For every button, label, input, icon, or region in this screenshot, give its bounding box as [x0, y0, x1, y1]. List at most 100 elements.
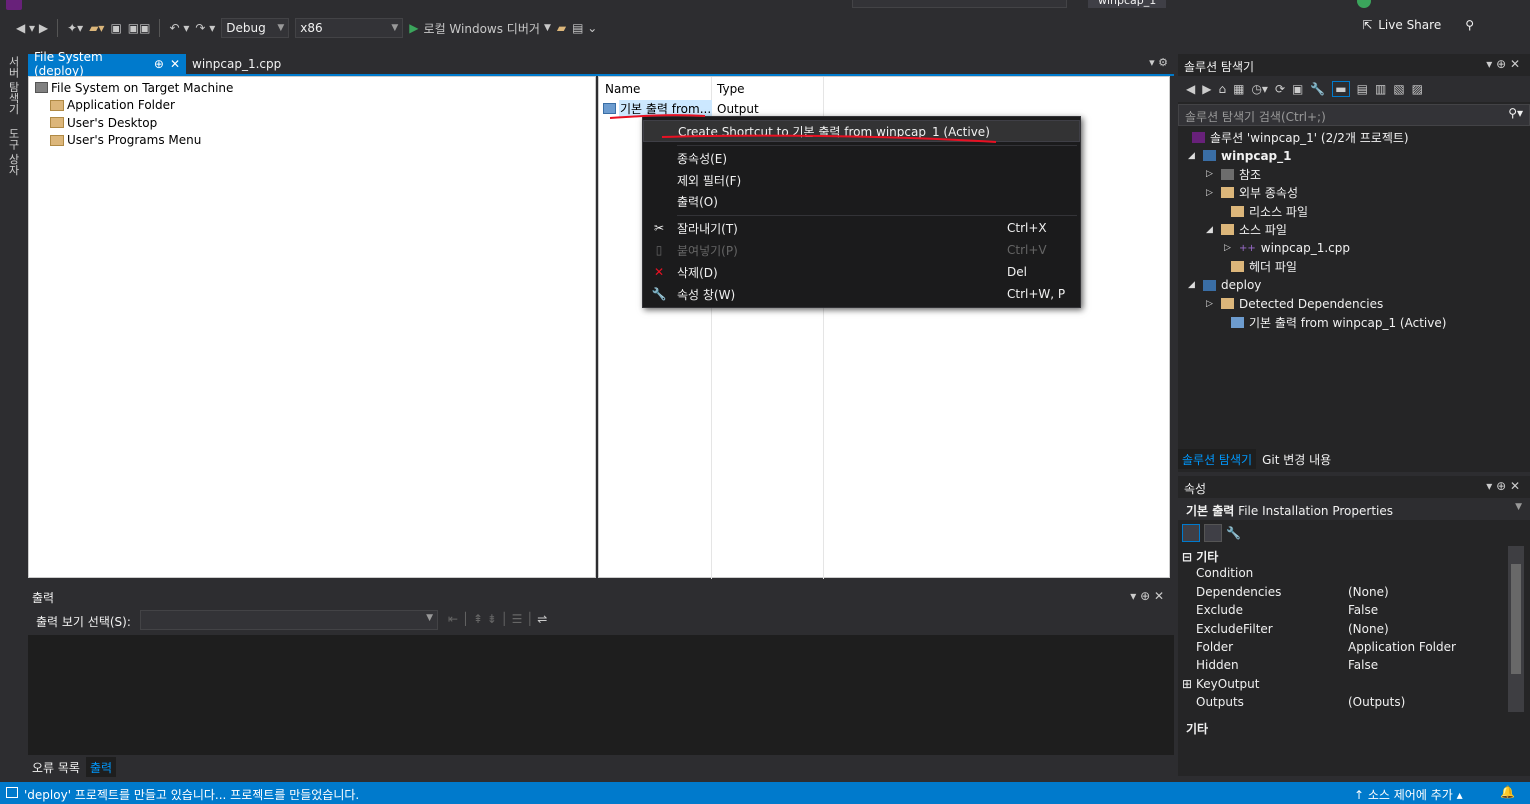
class-view-icon[interactable]: ▥ — [1375, 82, 1386, 96]
tab-dropdown-icon[interactable]: ▾ ⚙ — [1149, 56, 1168, 69]
tree-root[interactable]: File System on Target Machine — [35, 79, 595, 97]
toolbar-options-icon[interactable]: ▤ ⌄ — [572, 18, 597, 38]
tree-node-solution[interactable]: 솔루션 'winpcap_1' (2/2개 프로젝트) — [1192, 128, 1409, 147]
menu-item-cut[interactable]: ✂ 잘라내기(T) Ctrl+X — [643, 217, 1080, 239]
preview-icon[interactable]: ▬ — [1332, 81, 1350, 97]
home-icon[interactable]: ⌂ — [1218, 82, 1226, 96]
property-row[interactable]: Dependencies (None) — [1178, 585, 1508, 603]
tree-node-winpcap-project[interactable]: ◢ winpcap_1 — [1188, 147, 1291, 166]
tree-item-application-folder[interactable]: Application Folder — [35, 97, 595, 115]
tree-node-source-files[interactable]: ◢ 소스 파일 — [1206, 221, 1287, 240]
tree-node-detected-dependencies[interactable]: ▷ Detected Dependencies — [1206, 295, 1383, 314]
property-value[interactable]: False — [1348, 658, 1378, 672]
expander-icon[interactable]: ◢ — [1188, 280, 1198, 290]
view-code-icon[interactable]: ▨ — [1412, 82, 1423, 96]
pending-changes-icon[interactable]: ◷▾ — [1251, 82, 1268, 96]
solution-search-input[interactable]: 솔루션 탐색기 검색(Ctrl+;) ⚲▾ — [1178, 104, 1530, 126]
expander-icon[interactable]: ▷ — [1206, 299, 1216, 309]
object-selector[interactable]: 기본 출력 File Installation Properties ▼ — [1178, 498, 1530, 520]
property-value[interactable]: Application Folder — [1348, 640, 1456, 654]
menu-item-outputs[interactable]: 출력(O) — [643, 190, 1080, 212]
column-header-type[interactable]: Type — [717, 82, 745, 96]
tab-git-changes[interactable]: Git 변경 내용 — [1258, 449, 1335, 469]
tab-error-list[interactable]: 오류 목록 — [28, 757, 84, 777]
avatar[interactable] — [1357, 0, 1371, 8]
pin-icon[interactable]: ⊕ — [154, 57, 164, 71]
properties-icon[interactable]: 🔧 — [1310, 82, 1325, 96]
show-all-files-icon[interactable]: ▤ — [1357, 82, 1368, 96]
categorized-icon[interactable] — [1182, 524, 1200, 542]
new-project-icon[interactable]: ✦▾ — [67, 18, 83, 38]
switch-views-icon[interactable]: ▦ — [1233, 82, 1244, 96]
property-pages-icon[interactable]: 🔧 — [1226, 526, 1241, 540]
server-explorer-tab[interactable]: 서버 탐색기 — [5, 56, 21, 115]
pane-options-icon[interactable]: ▾ ⊕ ✕ — [1486, 479, 1520, 493]
output-text-area[interactable] — [28, 635, 1174, 755]
back-icon[interactable]: ◀ — [1186, 82, 1195, 96]
alphabetical-icon[interactable] — [1204, 524, 1222, 542]
property-value[interactable]: False — [1348, 603, 1378, 617]
tab-output[interactable]: 출력 — [85, 757, 117, 777]
live-share-button[interactable]: ⇱ Live Share ⚲ — [1362, 18, 1474, 32]
menu-item-exclude-filter[interactable]: 제외 필터(F) — [643, 169, 1080, 191]
property-value[interactable]: (None) — [1348, 585, 1389, 599]
tab-file-system-deploy[interactable]: File System (deploy) ⊕ ✕ — [28, 50, 186, 78]
pane-options-icon[interactable]: ▾ ⊕ ✕ — [1130, 589, 1164, 603]
file-nesting-icon[interactable]: ▧ — [1393, 82, 1404, 96]
tree-node-references[interactable]: ▷ 참조 — [1206, 165, 1261, 184]
scroll-thumb[interactable] — [1511, 564, 1521, 674]
platform-dropdown[interactable]: x86 ▼ — [295, 18, 404, 38]
property-row[interactable]: Hidden False — [1178, 658, 1508, 676]
property-value[interactable]: (None) — [1348, 622, 1389, 636]
tree-item-users-desktop[interactable]: User's Desktop — [35, 114, 595, 132]
pane-options-icon[interactable]: ▾ ⊕ ✕ — [1486, 57, 1520, 71]
property-row[interactable]: ⊞ KeyOutput — [1178, 677, 1508, 695]
category-header[interactable]: ⊟ 기타 — [1182, 548, 1218, 565]
browse-folder-icon[interactable]: ▰ — [557, 18, 566, 38]
save-icon[interactable]: ▣ — [110, 18, 121, 38]
tree-node-header-files[interactable]: 헤더 파일 — [1216, 258, 1297, 277]
tree-node-external-dependencies[interactable]: ▷ 외부 종속성 — [1206, 184, 1298, 203]
tree-item-users-programs-menu[interactable]: User's Programs Menu — [35, 132, 595, 150]
sync-icon[interactable]: ⟳ — [1275, 82, 1285, 96]
search-box[interactable] — [852, 0, 1067, 8]
tree-node-primary-output[interactable]: 기본 출력 from winpcap_1 (Active) — [1216, 313, 1446, 332]
forward-icon[interactable]: ▶ — [1202, 82, 1211, 96]
property-value[interactable]: (Outputs) — [1348, 695, 1405, 709]
expander-icon[interactable]: ▷ — [1224, 243, 1234, 253]
search-icon[interactable]: ⚲▾ — [1508, 106, 1523, 120]
column-header-name[interactable]: Name — [605, 82, 640, 96]
menu-item-delete[interactable]: ✕ 삭제(D) Del — [643, 261, 1080, 283]
collapse-all-icon[interactable]: ▣ — [1292, 82, 1303, 96]
toolbox-tab[interactable]: 도구 상자 — [5, 128, 21, 176]
undo-icon[interactable]: ↶ ▾ — [169, 18, 189, 38]
close-icon[interactable]: ✕ — [170, 57, 180, 71]
expander-icon[interactable]: ◢ — [1206, 225, 1216, 235]
menu-item-properties-window[interactable]: 🔧 속성 창(W) Ctrl+W, P — [643, 283, 1080, 305]
add-to-source-control-button[interactable]: ↑ 소스 제어에 추가 ▴ — [1354, 786, 1463, 803]
solution-config-dropdown[interactable]: Debug ▼ — [221, 18, 290, 38]
open-folder-icon[interactable]: ▰▾ — [89, 18, 104, 38]
tree-node-winpcap-cpp[interactable]: ▷ ++ winpcap_1.cpp — [1224, 239, 1350, 258]
expander-icon[interactable]: ▷ — [1206, 188, 1216, 198]
output-toolbar-icons[interactable]: ⇤ │ ⇞ ⇟ │ ☰ │ ⇌ — [448, 612, 547, 626]
expand-icon[interactable]: ⊞ — [1182, 677, 1192, 691]
property-row[interactable]: Exclude False — [1178, 603, 1508, 621]
tree-node-deploy-project[interactable]: ◢ deploy — [1188, 276, 1261, 295]
properties-scrollbar[interactable] — [1508, 546, 1524, 712]
expander-icon[interactable]: ▷ — [1206, 169, 1216, 179]
property-row[interactable]: ExcludeFilter (None) — [1178, 622, 1508, 640]
notifications-bell-icon[interactable]: 🔔 — [1500, 785, 1515, 799]
menu-item-dependencies[interactable]: 종속성(E) — [643, 147, 1080, 169]
feedback-icon[interactable]: ⚲ — [1465, 18, 1474, 32]
property-row[interactable]: Folder Application Folder — [1178, 640, 1508, 658]
property-row[interactable]: Outputs (Outputs) — [1178, 695, 1508, 713]
property-row[interactable]: Condition — [1178, 566, 1508, 584]
back-forward-icon[interactable]: ◀ ▾ ▶ — [16, 18, 48, 38]
output-source-dropdown[interactable]: ▼ — [140, 610, 438, 630]
expander-icon[interactable]: ◢ — [1188, 151, 1198, 161]
redo-icon[interactable]: ↷ ▾ — [195, 18, 215, 38]
tree-node-resource-files[interactable]: 리소스 파일 — [1216, 202, 1308, 221]
save-all-icon[interactable]: ▣▣ — [128, 18, 151, 38]
tab-winpcap-cpp[interactable]: winpcap_1.cpp — [186, 54, 287, 74]
